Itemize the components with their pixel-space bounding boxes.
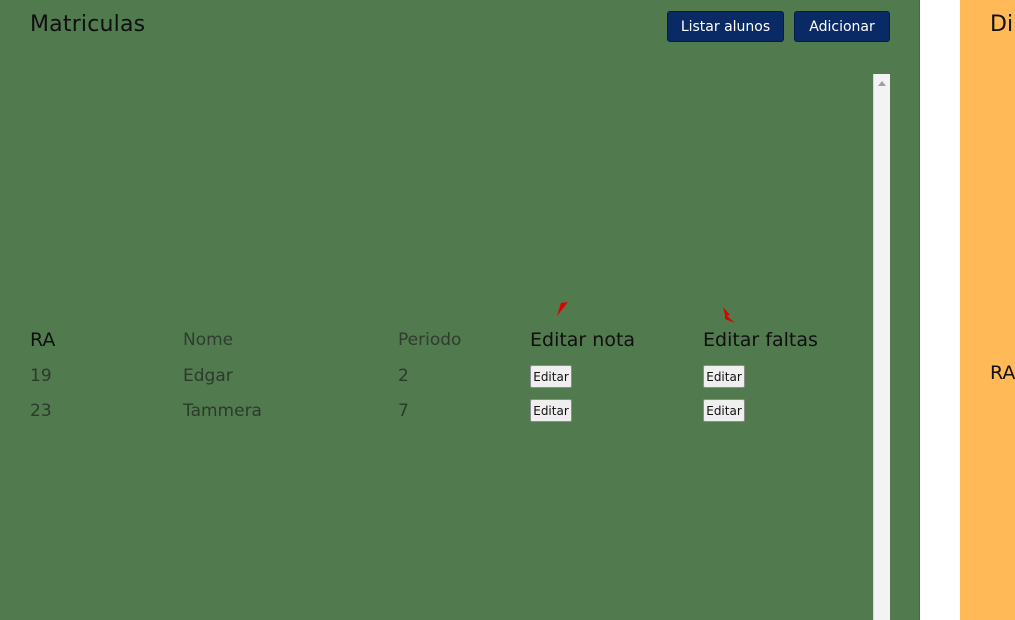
header-ra: RA <box>30 329 56 351</box>
edit-faltas-button[interactable]: Editar <box>703 399 745 422</box>
page-title: Matriculas <box>30 12 146 37</box>
header-periodo: Periodo <box>398 330 462 350</box>
edit-faltas-button[interactable]: Editar <box>703 365 745 388</box>
cell-nome: Edgar <box>183 366 233 386</box>
edit-nota-button[interactable]: Editar <box>530 365 572 388</box>
listar-alunos-button[interactable]: Listar alunos <box>667 11 784 42</box>
panel-title: Di <box>990 12 1014 37</box>
header-nome: Nome <box>183 330 234 350</box>
cell-ra: 19 <box>30 366 52 386</box>
cell-nome: Tammera <box>183 401 262 421</box>
cell-ra: 23 <box>30 401 52 421</box>
cell-periodo: 2 <box>398 366 409 386</box>
scroll-up-arrow-icon[interactable] <box>874 78 890 88</box>
header-ra: RA <box>990 362 1015 384</box>
header-editar-nota: Editar nota <box>530 329 636 351</box>
scrollbar[interactable] <box>873 74 890 620</box>
red-cursor-icon <box>723 307 735 323</box>
red-cursor-icon <box>557 302 568 316</box>
cell-periodo: 7 <box>398 401 409 421</box>
matriculas-panel: Matriculas Listar alunos Adicionar RA No… <box>0 0 920 620</box>
disciplinas-panel: Di RA <box>960 0 1015 620</box>
adicionar-button[interactable]: Adicionar <box>794 11 890 42</box>
header-editar-faltas: Editar faltas <box>703 329 818 351</box>
edit-nota-button[interactable]: Editar <box>530 399 572 422</box>
